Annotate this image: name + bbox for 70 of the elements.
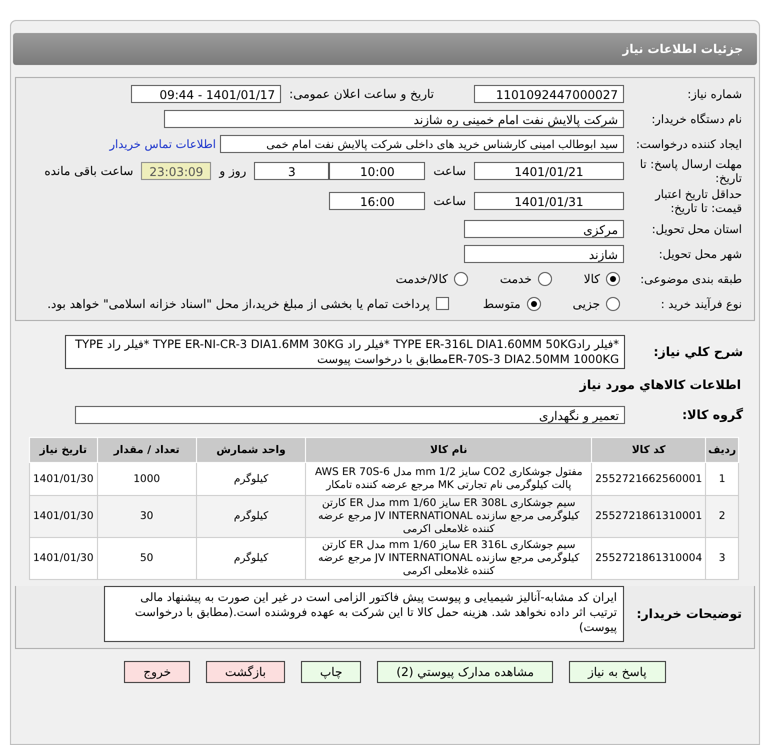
column-header: ردیف — [706, 438, 738, 462]
option-label: جزیی — [572, 296, 600, 310]
column-header: تاریخ نیاز — [30, 438, 98, 462]
text-field[interactable]: 16:00 — [329, 192, 426, 210]
field-label: ساعت — [433, 194, 466, 208]
column-header: تعداد / مقدار — [97, 438, 196, 462]
text-field[interactable]: سید ابوطالب امینی کارشناس خرید های داخلی شرکت پالایش نفت امام خمی — [220, 134, 624, 152]
field-label: توضیحات خریدار: — [635, 607, 743, 621]
countdown-field: 23:03:09 — [141, 162, 212, 180]
table-cell: 30 — [97, 496, 196, 538]
radio-button[interactable] — [606, 272, 620, 286]
text-field[interactable]: 1401/01/21 — [474, 162, 624, 180]
description-text: *فیلر رادTYPE ER-316L DIA1.60MM 50KG *فیلر راد TYPE ER-NI-CR-3 DIA1.6MM 30KG *فیلر راد TYPE ER-70S-3 DIA2.50MM 1000KGمطابق با درخواست پیوست — [65, 335, 625, 369]
action-button[interactable]: مشاهده مدارک پیوستي (2) — [377, 661, 553, 683]
text-field[interactable]: مرکزی — [464, 220, 624, 238]
column-header: کد کالا — [592, 438, 706, 462]
field-label: مهلت ارسال پاسخ: تا تاریخ: — [638, 157, 743, 185]
field-label: شماره نیاز: — [686, 86, 743, 100]
field-label: نوع فرآیند خرید : — [660, 296, 743, 310]
field-label: طبقه بندی موضوعی: — [639, 272, 743, 286]
field-label: گروه کالا: — [681, 408, 744, 422]
field-label: ساعت — [433, 164, 466, 178]
text-field[interactable]: 1401/01/17 - 09:44 — [131, 84, 282, 102]
table-cell: 3 — [706, 538, 738, 580]
field-label: شهر محل تحویل: — [658, 246, 743, 260]
action-button[interactable]: بازگشت — [206, 661, 285, 683]
action-button[interactable]: چاپ — [301, 661, 362, 683]
text-field[interactable]: تعمیر و نگهداری — [75, 406, 625, 424]
text-field[interactable]: 10:00 — [329, 162, 426, 180]
table-cell: کیلوگرم — [196, 538, 306, 580]
table-cell: 2 — [706, 496, 738, 538]
field-label: نام دستگاه خریدار: — [650, 112, 743, 126]
table-cell: 50 — [97, 538, 196, 580]
column-header: نام کالا — [306, 438, 592, 462]
field-label: ساعت باقی مانده — [44, 164, 134, 178]
option-label: خدمت — [500, 272, 532, 286]
text-field[interactable]: 1101092447000027 — [474, 84, 624, 102]
field-label: ایجاد کننده درخواست: — [635, 136, 743, 150]
field-label: استان محل تحویل: — [650, 222, 743, 236]
notes-text: ایران کد مشابه-آنالیز شیمیایی و پیوست پیش فاکتور الزامی است در غیر این صورت به پیشنهاد مالی ترتیب اثر داده نخواهد شد. هزینه حمل کالا تا این شرکت به عهده فروشنده است.(مطابق با درخواست پیوست) — [104, 586, 624, 642]
table-cell: 1401/01/30 — [30, 496, 98, 538]
text-field[interactable]: 3 — [254, 162, 330, 180]
option-label: پرداخت تمام یا بخشی از مبلغ خرید،از محل "اسناد خزانه اسلامی" خواهد بود. — [47, 296, 430, 310]
action-button[interactable]: پاسخ به نیاز — [568, 661, 666, 683]
table-cell: 2552721861310004 — [592, 538, 706, 580]
section-title: اطلاعات كالاهاي مورد نياز — [578, 377, 741, 392]
checkbox[interactable] — [436, 297, 449, 310]
option-label: کالا — [584, 272, 600, 286]
radio-button[interactable] — [454, 272, 468, 286]
action-button[interactable]: خروج — [124, 661, 190, 683]
contact-link[interactable]: اطلاعات تماس خریدار — [109, 136, 216, 150]
text-field[interactable]: 1401/01/31 — [474, 192, 624, 210]
radio-button[interactable] — [538, 272, 552, 286]
field-label: حداقل تاریخ اعتبار قیمت: تا تاریخ: — [654, 187, 743, 215]
text-field[interactable]: شرکت پالایش نفت امام خمینی ره شازند — [164, 110, 624, 128]
field-label: تاریخ و ساعت اعلان عمومی: — [289, 86, 434, 100]
field-label: شرح کلي نياز: — [652, 345, 744, 359]
column-header: واحد شمارش — [196, 438, 306, 462]
radio-button[interactable] — [526, 296, 541, 310]
radio-button[interactable] — [606, 296, 620, 310]
option-label: متوسط — [482, 296, 521, 310]
field-label: روز و — [219, 164, 246, 178]
table-cell: سیم جوشکاری ER 308L سایز 1/60 mm مدل ER کارتن کیلوگرمی مرجع سازنده JV INTERNATIONAL مرجع عرضه کننده غلامعلی اکرمی — [306, 496, 592, 538]
table-cell: 2552721861310001 — [592, 496, 706, 538]
table-cell: کیلوگرم — [196, 496, 306, 538]
table-cell: 1401/01/30 — [30, 538, 98, 580]
page-header: جزئیات اطلاعات نیاز — [13, 33, 757, 65]
table-cell: سیم جوشکاری ER 316L سایز 1/60 mm مدل ER کارتن کیلوگرمی مرجع سازنده JV INTERNATIONAL مرجع عرضه کننده غلامعلی اکرمی — [306, 538, 592, 580]
option-label: کالا/خدمت — [396, 272, 448, 286]
text-field[interactable]: شازند — [464, 244, 624, 262]
